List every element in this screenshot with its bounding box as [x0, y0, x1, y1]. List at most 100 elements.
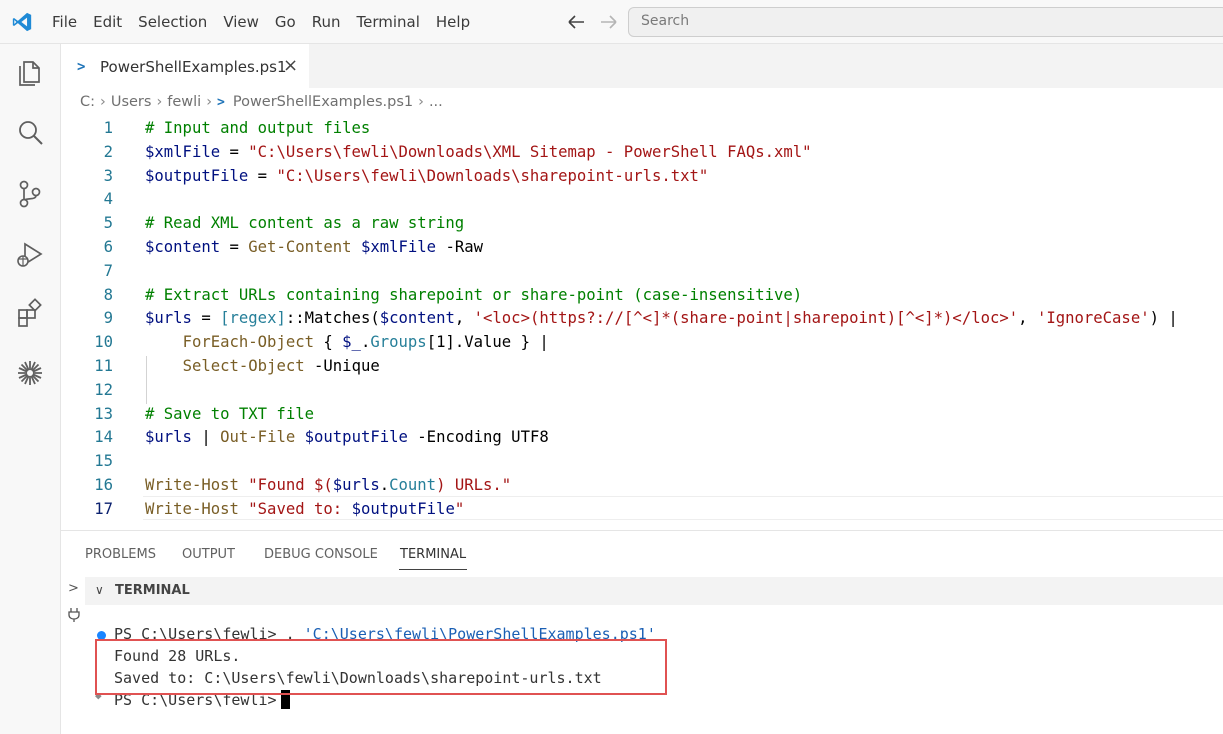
menu-view[interactable]: View: [215, 7, 267, 37]
copilot-sparkle-icon[interactable]: [15, 358, 45, 388]
code-token: -Raw: [436, 238, 484, 256]
search-icon[interactable]: [15, 118, 45, 148]
breadcrumb-fewli[interactable]: fewli: [167, 94, 201, 110]
code-token: Get-Content: [248, 238, 352, 256]
code-line[interactable]: 13 # Save to TXT file: [61, 402, 1223, 426]
run-debug-icon[interactable]: [15, 240, 45, 270]
tab-debug-console[interactable]: DEBUG CONSOLE: [264, 547, 378, 562]
command-search-box[interactable]: Search: [628, 7, 1223, 37]
code-line[interactable]: 7: [61, 259, 1223, 283]
code-token: # Extract URLs containing sharepoint or …: [145, 285, 803, 304]
explorer-icon[interactable]: [15, 57, 45, 87]
line-number: 4: [103, 190, 113, 209]
tab-output[interactable]: OUTPUT: [182, 547, 235, 562]
code-line[interactable]: 3 $outputFile = "C:\Users\fewli\Downloads…: [61, 164, 1223, 188]
menu-terminal[interactable]: Terminal: [349, 7, 428, 37]
code-editor[interactable]: 1 # Input and output files 2 $xmlFile = "C:…: [61, 116, 1223, 530]
code-token: $urls: [332, 476, 380, 494]
menu-file[interactable]: File: [44, 7, 85, 37]
breadcrumb-file[interactable]: PowerShellExamples.ps1: [233, 94, 413, 110]
code-line[interactable]: 6 $content = Get-Content $xmlFile -Raw: [61, 235, 1223, 259]
line-number: 2: [103, 142, 113, 161]
code-token: $xmlFile: [145, 142, 221, 161]
code-token: Value: [464, 333, 512, 352]
tab-terminal[interactable]: TERMINAL: [400, 547, 466, 562]
code-line[interactable]: 9 $urls = [regex]::Matches($content, '<lo…: [61, 306, 1223, 330]
chevron-right-icon: ›: [156, 94, 163, 110]
breadcrumb-drive[interactable]: C:: [80, 94, 95, 110]
menu-help[interactable]: Help: [428, 7, 478, 37]
menu-selection[interactable]: Selection: [130, 7, 215, 37]
source-control-icon[interactable]: [15, 179, 45, 209]
code-line[interactable]: 1 # Input and output files: [61, 116, 1223, 140]
code-line[interactable]: 14 $urls | Out-File $outputFile -Encoding…: [61, 425, 1223, 449]
chevron-right-icon[interactable]: >: [68, 581, 79, 596]
tab-problems[interactable]: PROBLEMS: [85, 547, 156, 562]
code-line[interactable]: 8 # Extract URLs containing sharepoint or…: [61, 283, 1223, 307]
chevron-down-icon[interactable]: ∨: [95, 583, 104, 597]
breadcrumb-users[interactable]: Users: [111, 94, 152, 110]
tab-powershellexamples[interactable]: > PowerShellExamples.ps1 ×: [61, 44, 309, 88]
close-icon[interactable]: ×: [283, 55, 298, 76]
menu-bar: File Edit Selection View Go Run Terminal…: [44, 0, 478, 44]
code-line[interactable]: 16 Write-Host "Found $($urls.Count) URLs.…: [61, 473, 1223, 497]
line-number: 15: [94, 452, 113, 471]
active-tab-indicator: [399, 569, 467, 570]
code-text: $urls | Out-File $outputFile -Encoding U…: [145, 425, 549, 449]
code-token: -Unique: [304, 357, 380, 375]
code-line[interactable]: 11 Select-Object -Unique: [61, 354, 1223, 378]
terminal-section-title: TERMINAL: [115, 583, 190, 598]
menu-run[interactable]: Run: [304, 7, 349, 37]
forward-arrow-icon[interactable]: [598, 12, 620, 32]
code-line[interactable]: 17 Write-Host "Saved to: $outputFile": [61, 497, 1223, 521]
code-token: =: [220, 142, 249, 161]
code-text: $urls = [regex]::Matches($content, '<loc…: [145, 306, 1178, 330]
code-text: # Extract URLs containing sharepoint or …: [145, 283, 802, 307]
menu-edit[interactable]: Edit: [85, 7, 130, 37]
line-number: 16: [94, 476, 113, 494]
code-token: 'IgnoreCase': [1036, 309, 1150, 328]
code-text: Write-Host "Saved to: $outputFile": [145, 497, 464, 521]
code-token: Write-Host: [145, 499, 239, 518]
code-token: $content: [379, 309, 455, 328]
line-number: 1: [103, 119, 113, 137]
vscode-logo-icon: [12, 12, 32, 32]
code-token: ) URLs.": [436, 476, 512, 494]
code-token: -Encoding UTF8: [407, 428, 549, 447]
panel-side-gutter: >: [61, 577, 85, 734]
line-number: 6: [103, 238, 113, 256]
code-line[interactable]: 12: [61, 378, 1223, 402]
editor-tabs: > PowerShellExamples.ps1 ×: [61, 44, 1223, 88]
code-token: =: [248, 166, 277, 185]
search-placeholder: Search: [641, 13, 690, 29]
tab-label: PowerShellExamples.ps1: [100, 58, 287, 76]
line-number: 13: [94, 404, 113, 423]
code-line[interactable]: 4: [61, 187, 1223, 211]
line-number: 10: [94, 333, 113, 352]
extensions-icon[interactable]: [15, 298, 45, 328]
powershell-file-icon: >: [77, 59, 86, 75]
code-token: # Input and output files: [145, 119, 371, 137]
code-token: =: [191, 309, 221, 328]
code-line[interactable]: 2 $xmlFile = "C:\Users\fewli\Downloads\XM…: [61, 140, 1223, 164]
plug-icon[interactable]: [67, 607, 81, 623]
code-line[interactable]: 5 # Read XML content as a raw string: [61, 211, 1223, 235]
code-token: Count: [389, 476, 437, 494]
code-line[interactable]: 15: [61, 449, 1223, 473]
line-number: 11: [94, 357, 113, 375]
code-token: [regex]: [220, 309, 286, 328]
terminal-section-header[interactable]: ∨ TERMINAL: [85, 577, 1223, 605]
code-text: $content = Get-Content $xmlFile -Raw: [145, 235, 483, 259]
code-token: ,: [454, 309, 474, 328]
back-arrow-icon[interactable]: [565, 12, 587, 32]
code-token: "Found $(: [248, 476, 333, 494]
breadcrumb-symbols[interactable]: ...: [429, 94, 443, 110]
menu-go[interactable]: Go: [267, 7, 304, 37]
line-number: 3: [103, 166, 113, 185]
terminal-output[interactable]: PS C:\Users\fewli> . 'C:\Users\fewli\Pow…: [85, 605, 1223, 734]
code-token: =: [220, 238, 249, 256]
code-line[interactable]: 10 ForEach-Object { $_.Groups[1].Value }…: [61, 330, 1223, 354]
line-number: 7: [103, 261, 113, 280]
code-text: # Input and output files: [145, 116, 370, 140]
